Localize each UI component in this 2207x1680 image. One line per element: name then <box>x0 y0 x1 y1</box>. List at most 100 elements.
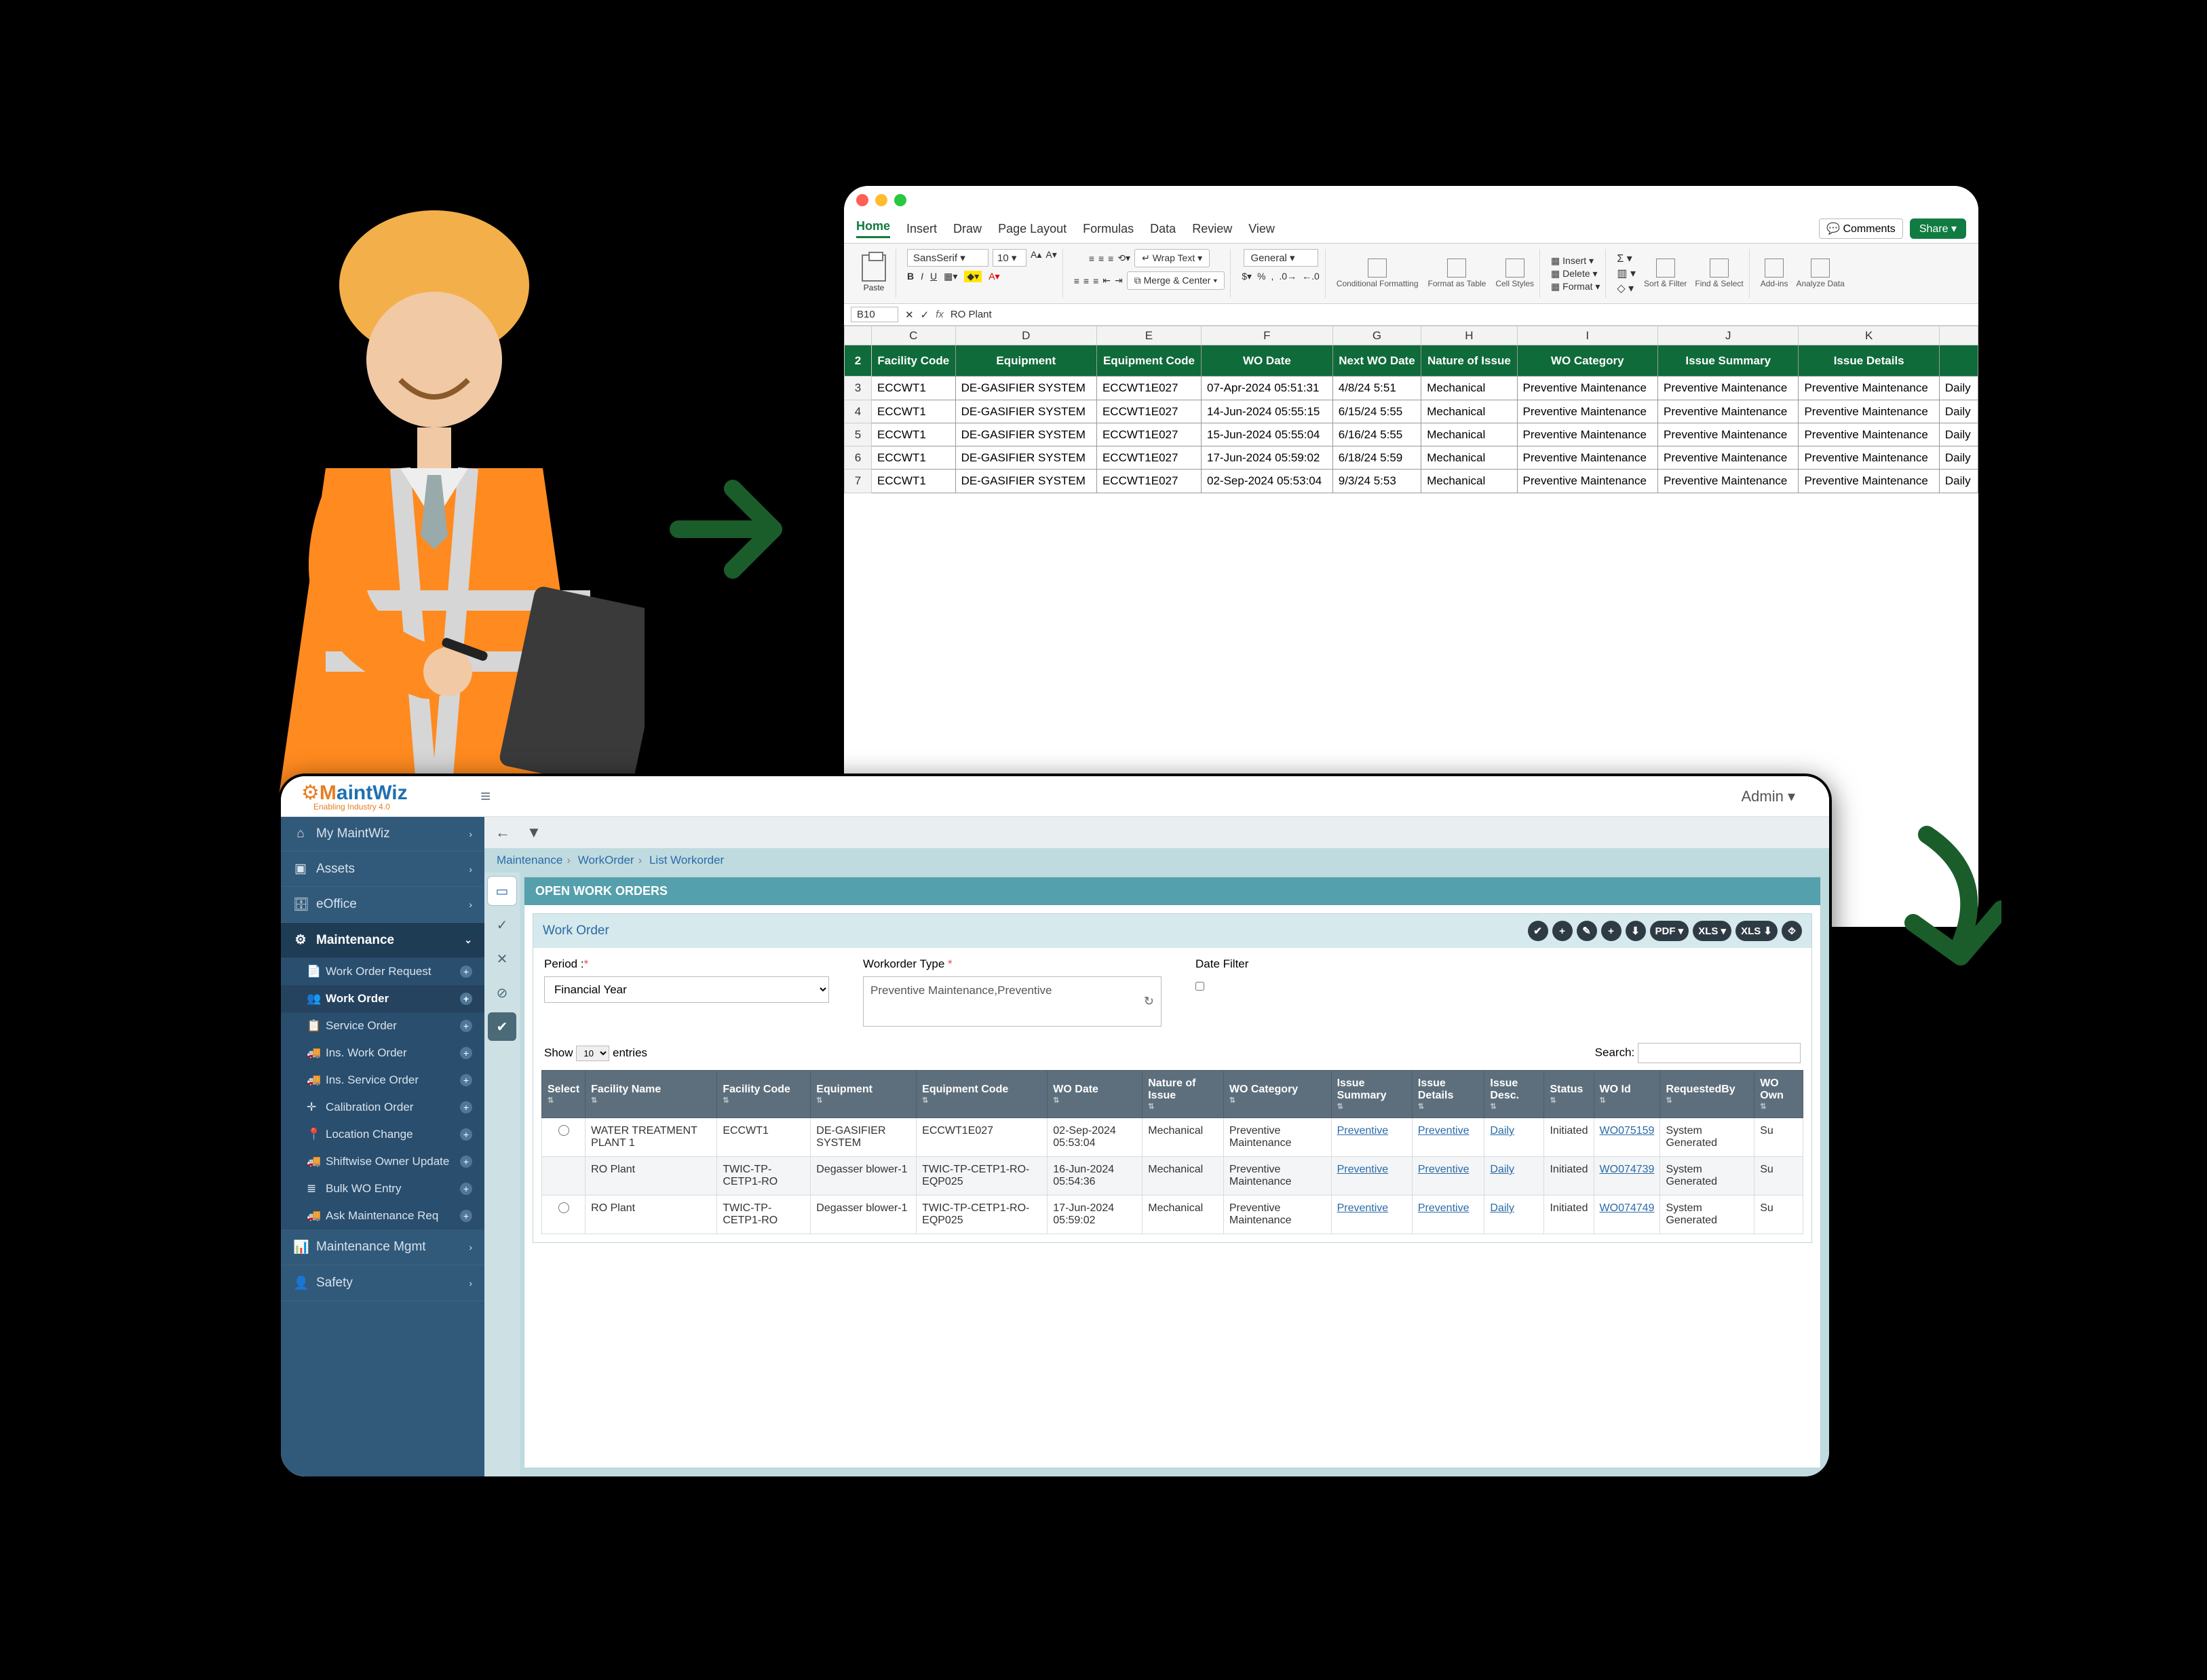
cell[interactable]: 6/18/24 5:59 <box>1332 446 1421 470</box>
grid-link[interactable]: Preventive <box>1418 1125 1470 1137</box>
cell[interactable]: DE-GASIFIER SYSTEM <box>955 423 1096 446</box>
data-header-cell[interactable]: Issue Details <box>1799 345 1939 377</box>
lefttab-check[interactable]: ✓ <box>488 911 516 939</box>
cell[interactable]: DE-GASIFIER SYSTEM <box>955 400 1096 423</box>
card-action-button[interactable]: XLS ▾ <box>1693 921 1731 941</box>
cell[interactable]: 02-Sep-2024 05:53:04 <box>1202 470 1333 493</box>
grid-link[interactable]: Daily <box>1490 1164 1514 1175</box>
col-header[interactable]: K <box>1799 326 1939 345</box>
grid-header-cell[interactable]: WO Date⇅ <box>1048 1071 1143 1118</box>
row-number[interactable]: 4 <box>845 400 872 423</box>
grid-header-cell[interactable]: Facility Code⇅ <box>717 1071 811 1118</box>
data-header-cell[interactable] <box>1939 345 1978 377</box>
spreadsheet-grid[interactable]: CDEFGHIJK 2Facility CodeEquipmentEquipme… <box>844 326 1978 493</box>
plus-icon[interactable]: + <box>460 1101 472 1113</box>
cell[interactable]: ECCWT1 <box>872 423 956 446</box>
cell[interactable]: 6/15/24 5:55 <box>1332 400 1421 423</box>
grid-link[interactable]: Preventive <box>1418 1164 1470 1175</box>
cell[interactable]: DE-GASIFIER SYSTEM <box>955 446 1096 470</box>
minimize-dot[interactable] <box>875 194 887 206</box>
delete-cells-button[interactable]: ▦ Delete ▾ <box>1551 268 1600 280</box>
grid-header-cell[interactable]: WO Own⇅ <box>1754 1071 1803 1118</box>
cell[interactable]: ECCWT1E027 <box>1096 470 1201 493</box>
cell[interactable]: Preventive Maintenance <box>1517 377 1657 400</box>
cell[interactable]: Preventive Maintenance <box>1799 423 1939 446</box>
cell[interactable]: Preventive Maintenance <box>1517 446 1657 470</box>
sidebar-item[interactable]: ⌂My MaintWiz› <box>281 817 484 852</box>
cell[interactable]: 14-Jun-2024 05:55:15 <box>1202 400 1333 423</box>
cell[interactable]: Mechanical <box>1421 377 1517 400</box>
cell[interactable]: ECCWT1 <box>872 470 956 493</box>
data-header-cell[interactable]: Issue Summary <box>1657 345 1798 377</box>
ribbon-tab-review[interactable]: Review <box>1192 222 1232 236</box>
italic-icon[interactable]: I <box>921 271 923 282</box>
ribbon-tab-draw[interactable]: Draw <box>953 222 982 236</box>
plus-icon[interactable]: + <box>460 1128 472 1141</box>
grid-header-cell[interactable]: Issue Details⇅ <box>1412 1071 1484 1118</box>
grid-link[interactable]: Preventive <box>1337 1125 1389 1137</box>
align-center-icon[interactable]: ≡ <box>1083 275 1089 286</box>
clear-icon[interactable]: ◇ ▾ <box>1617 282 1636 295</box>
increase-font-icon[interactable]: A▴ <box>1031 249 1041 267</box>
col-header[interactable]: E <box>1096 326 1201 345</box>
lefttab-done[interactable]: ✔ <box>488 1012 516 1041</box>
percent-icon[interactable]: % <box>1257 271 1265 282</box>
grid-link[interactable]: WO074739 <box>1600 1164 1655 1175</box>
cell[interactable]: Preventive Maintenance <box>1657 423 1798 446</box>
back-icon[interactable]: ← <box>495 824 510 841</box>
close-dot[interactable] <box>856 194 868 206</box>
breadcrumb-1[interactable]: Maintenance <box>497 854 562 866</box>
page-size-select[interactable]: 10 <box>576 1046 609 1061</box>
row-number[interactable]: 3 <box>845 377 872 400</box>
format-cells-button[interactable]: ▦ Format ▾ <box>1551 281 1600 292</box>
row-number[interactable]: 5 <box>845 423 872 446</box>
ribbon-tab-home[interactable]: Home <box>856 219 890 238</box>
addins-button[interactable]: Add-ins <box>1761 259 1788 288</box>
cell[interactable]: ECCWT1 <box>872 446 956 470</box>
align-mid-icon[interactable]: ≡ <box>1098 253 1104 264</box>
grid-header-cell[interactable]: Issue Desc.⇅ <box>1484 1071 1544 1118</box>
orientation-icon[interactable]: ⟲▾ <box>1117 252 1130 264</box>
col-header[interactable]: I <box>1517 326 1657 345</box>
grid-header-cell[interactable]: Equipment⇅ <box>811 1071 917 1118</box>
find-select-button[interactable]: Find & Select <box>1695 259 1743 288</box>
cell[interactable]: ECCWT1E027 <box>1096 423 1201 446</box>
hamburger-icon[interactable]: ≡ <box>471 786 500 807</box>
cell[interactable]: Daily <box>1939 470 1978 493</box>
col-header[interactable]: H <box>1421 326 1517 345</box>
ribbon-tab-pagelayout[interactable]: Page Layout <box>998 222 1067 236</box>
align-bot-icon[interactable]: ≡ <box>1108 253 1113 264</box>
grid-link[interactable]: Preventive <box>1337 1164 1389 1175</box>
merge-button[interactable]: ⧉ Merge & Center ▾ <box>1127 271 1225 290</box>
grid-header-cell[interactable]: Issue Summary⇅ <box>1331 1071 1412 1118</box>
formula-value[interactable]: RO Plant <box>951 309 1972 320</box>
cell[interactable]: ECCWT1E027 <box>1096 400 1201 423</box>
cell[interactable]: 07-Apr-2024 05:51:31 <box>1202 377 1333 400</box>
grid-link[interactable]: Daily <box>1490 1202 1514 1214</box>
cell[interactable]: 15-Jun-2024 05:55:04 <box>1202 423 1333 446</box>
cell[interactable]: ECCWT1E027 <box>1096 377 1201 400</box>
cell[interactable]: Preventive Maintenance <box>1517 400 1657 423</box>
fx-icon[interactable]: fx <box>936 309 944 320</box>
cell[interactable]: Daily <box>1939 400 1978 423</box>
row-number[interactable]: 6 <box>845 446 872 470</box>
ribbon-tab-insert[interactable]: Insert <box>906 222 937 236</box>
plus-icon[interactable]: + <box>460 993 472 1005</box>
card-action-button[interactable]: ✎ <box>1577 921 1597 941</box>
sort-filter-button[interactable]: Sort & Filter <box>1644 259 1687 288</box>
ribbon-tab-data[interactable]: Data <box>1150 222 1176 236</box>
card-action-button[interactable]: ⬇ <box>1626 921 1646 941</box>
comma-icon[interactable]: , <box>1271 271 1274 282</box>
autosum-icon[interactable]: Σ ▾ <box>1617 252 1636 265</box>
grid-link[interactable]: WO075159 <box>1600 1125 1655 1137</box>
cell[interactable]: Mechanical <box>1421 470 1517 493</box>
number-format-select[interactable]: General ▾ <box>1244 249 1318 267</box>
data-header-cell[interactable]: Next WO Date <box>1332 345 1421 377</box>
sidebar-subitem[interactable]: 📍 Location Change+ <box>281 1121 484 1148</box>
grid-link[interactable]: Preventive <box>1337 1202 1389 1214</box>
cell[interactable]: ECCWT1 <box>872 400 956 423</box>
conditional-formatting-button[interactable]: Conditional Formatting <box>1337 259 1419 288</box>
wrap-text-button[interactable]: ↵ Wrap Text ▾ <box>1134 249 1210 267</box>
row-select-radio[interactable] <box>558 1125 569 1136</box>
grid-header-cell[interactable]: Equipment Code⇅ <box>917 1071 1048 1118</box>
